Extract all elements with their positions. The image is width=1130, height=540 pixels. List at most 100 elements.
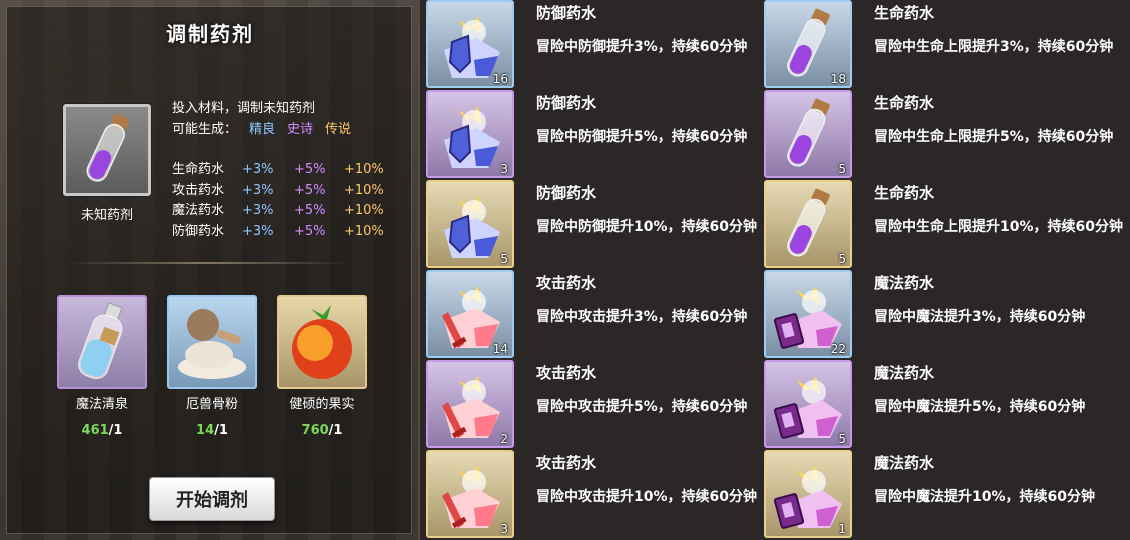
- potion-name: 魔法药水: [874, 274, 935, 292]
- potion-desc: 冒险中攻击提升5%，持续60分钟: [536, 399, 748, 415]
- potion-desc: 冒险中防御提升5%，持续60分钟: [536, 129, 748, 145]
- material-have: 14: [196, 423, 215, 438]
- potion-name: 防御药水: [536, 4, 597, 22]
- life-potion-icon[interactable]: 5: [764, 180, 852, 268]
- potion-count: 1: [838, 522, 846, 536]
- material-count: 461/1: [57, 423, 147, 438]
- potion-desc: 冒险中魔法提升3%，持续60分钟: [874, 309, 1086, 325]
- potion-count: 3: [500, 522, 508, 536]
- fruit-icon: [292, 305, 352, 379]
- effect-name: 魔法药水: [172, 203, 225, 218]
- potion-cell[interactable]: 16 防御药水冒险中防御提升3%，持续60分钟: [422, 0, 762, 90]
- attack-potion-icon[interactable]: 3: [426, 450, 514, 538]
- quality-legend: 传说: [325, 122, 352, 137]
- effect-row: 生命药水 +3% +5% +10%: [172, 160, 394, 181]
- effect-fine: +3%: [242, 162, 274, 177]
- potion-desc: 冒险中防御提升3%，持续60分钟: [536, 39, 748, 55]
- potion-desc: 冒险中魔法提升5%，持续60分钟: [874, 399, 1086, 415]
- effect-fine: +3%: [242, 223, 274, 239]
- potion-name: 攻击药水: [536, 454, 597, 472]
- effect-row: 魔法药水 +3% +5% +10%: [172, 201, 394, 222]
- potion-cell[interactable]: 3 攻击药水冒险中攻击提升10%，持续60分钟: [422, 450, 762, 540]
- potion-name: 生命药水: [874, 94, 935, 112]
- potion-desc: 冒险中生命上限提升10%，持续60分钟: [874, 219, 1123, 235]
- effect-legend: +10%: [344, 182, 384, 198]
- defense-potion-icon[interactable]: 3: [426, 90, 514, 178]
- potion-name: 魔法药水: [874, 364, 935, 382]
- potion-cell[interactable]: 5 生命药水冒险中生命上限提升10%，持续60分钟: [760, 180, 1123, 270]
- water-bottle-icon: [78, 302, 123, 380]
- potion-desc: 冒险中攻击提升3%，持续60分钟: [536, 309, 748, 325]
- effect-epic: +5%: [294, 182, 326, 198]
- defense-potion-icon[interactable]: 16: [426, 0, 514, 88]
- bone-powder-icon: [178, 309, 246, 379]
- material-have: 760: [301, 423, 329, 438]
- potion-cell[interactable]: 14 攻击药水冒险中攻击提升3%，持续60分钟: [422, 270, 762, 360]
- magic-potion-icon[interactable]: 22: [764, 270, 852, 358]
- material-bone-powder[interactable]: [167, 295, 257, 389]
- potion-name: 魔法药水: [874, 454, 935, 472]
- potion-cell[interactable]: 5 魔法药水冒险中魔法提升5%，持续60分钟: [760, 360, 1100, 450]
- effect-table: 生命药水 +3% +5% +10% 攻击药水 +3% +5% +10% 魔法药水…: [172, 160, 394, 242]
- potion-count: 22: [830, 342, 846, 356]
- possible-label: 可能生成：: [172, 122, 238, 137]
- quality-epic: 史诗: [287, 122, 314, 137]
- potion-count: 18: [830, 72, 846, 86]
- panel-title: 调制药剂: [166, 22, 254, 46]
- material-need: /1: [214, 423, 228, 438]
- potion-cell[interactable]: 5 防御药水 冒险中防御提升10%，持续60分钟: [422, 180, 762, 270]
- potion-count: 14: [492, 342, 508, 356]
- potion-name: 攻击药水: [536, 364, 597, 382]
- magic-potion-icon[interactable]: 5: [764, 360, 852, 448]
- potion-grid: 16 防御药水 冒险中防御提升3%，持续60分钟 18 生命药水 冒险中生命上限提升3%，…: [420, 0, 1130, 540]
- life-potion-icon[interactable]: 18: [764, 0, 852, 88]
- potion-cell[interactable]: 5 生命药水冒险中生命上限提升5%，持续60分钟: [760, 90, 1113, 180]
- magic-potion-icon[interactable]: 1: [764, 450, 852, 538]
- material-name: 健硕的果实: [289, 397, 355, 412]
- brew-info: 投入材料，调制未知药剂 可能生成： 精良 史诗 传说: [172, 98, 351, 140]
- potion-name: 防御药水: [536, 94, 597, 112]
- brew-intro: 投入材料，调制未知药剂: [172, 101, 316, 116]
- effect-fine: +3%: [242, 203, 274, 218]
- start-brew-button[interactable]: 开始调剂: [149, 477, 275, 521]
- attack-potion-icon[interactable]: 2: [426, 360, 514, 448]
- material-fruit[interactable]: [277, 295, 367, 389]
- potion-count: 2: [500, 432, 508, 446]
- defense-potion-icon[interactable]: 5: [426, 180, 514, 268]
- potion-name: 防御药水: [536, 184, 597, 202]
- effect-epic: +5%: [294, 162, 326, 177]
- potion-cell[interactable]: 1 魔法药水冒险中魔法提升10%，持续60分钟: [760, 450, 1100, 540]
- potion-desc: 冒险中攻击提升10%，持续60分钟: [536, 489, 757, 505]
- potion-count: 5: [838, 162, 846, 176]
- potion-cell[interactable]: 22 魔法药水冒险中魔法提升3%，持续60分钟: [760, 270, 1100, 360]
- effect-row: 攻击药水 +3% +5% +10%: [172, 181, 394, 202]
- material-have: 461: [81, 423, 109, 438]
- material-name: 魔法清泉: [75, 397, 128, 412]
- effect-legend: +10%: [344, 162, 384, 177]
- potion-name: 攻击药水: [536, 274, 597, 292]
- material-count: 14/1: [167, 423, 257, 438]
- potion-count: 3: [500, 162, 508, 176]
- effect-row: 防御药水 +3% +5% +10%: [172, 222, 394, 243]
- unknown-potion-name: 未知药剂: [80, 208, 133, 223]
- effect-name: 攻击药水: [172, 182, 225, 198]
- material-need: /1: [108, 423, 123, 438]
- material-name: 厄兽骨粉: [185, 397, 238, 412]
- potion-count: 5: [500, 252, 508, 266]
- potion-cell[interactable]: 2 攻击药水冒险中攻击提升5%，持续60分钟: [422, 360, 762, 450]
- potion-desc: 冒险中魔法提升10%，持续60分钟: [874, 489, 1095, 505]
- attack-potion-icon[interactable]: 14: [426, 270, 514, 358]
- unknown-potion-slot[interactable]: [63, 104, 151, 196]
- potion-count: 5: [838, 252, 846, 266]
- material-spring-water[interactable]: [57, 295, 147, 389]
- potion-cell[interactable]: 3 防御药水冒险中防御提升5%，持续60分钟: [422, 90, 762, 180]
- effect-epic: +5%: [294, 203, 326, 218]
- potion-name: 生命药水: [874, 184, 935, 202]
- life-potion-icon[interactable]: 5: [764, 90, 852, 178]
- quality-fine: 精良: [249, 122, 276, 137]
- divider: [64, 262, 350, 264]
- potion-desc: 冒险中生命上限提升5%，持续60分钟: [874, 129, 1114, 145]
- effect-legend: +10%: [344, 203, 384, 218]
- potion-bottle-icon: [86, 113, 130, 182]
- potion-cell[interactable]: 18 生命药水 冒险中生命上限提升3%，持续60分钟: [760, 0, 1113, 90]
